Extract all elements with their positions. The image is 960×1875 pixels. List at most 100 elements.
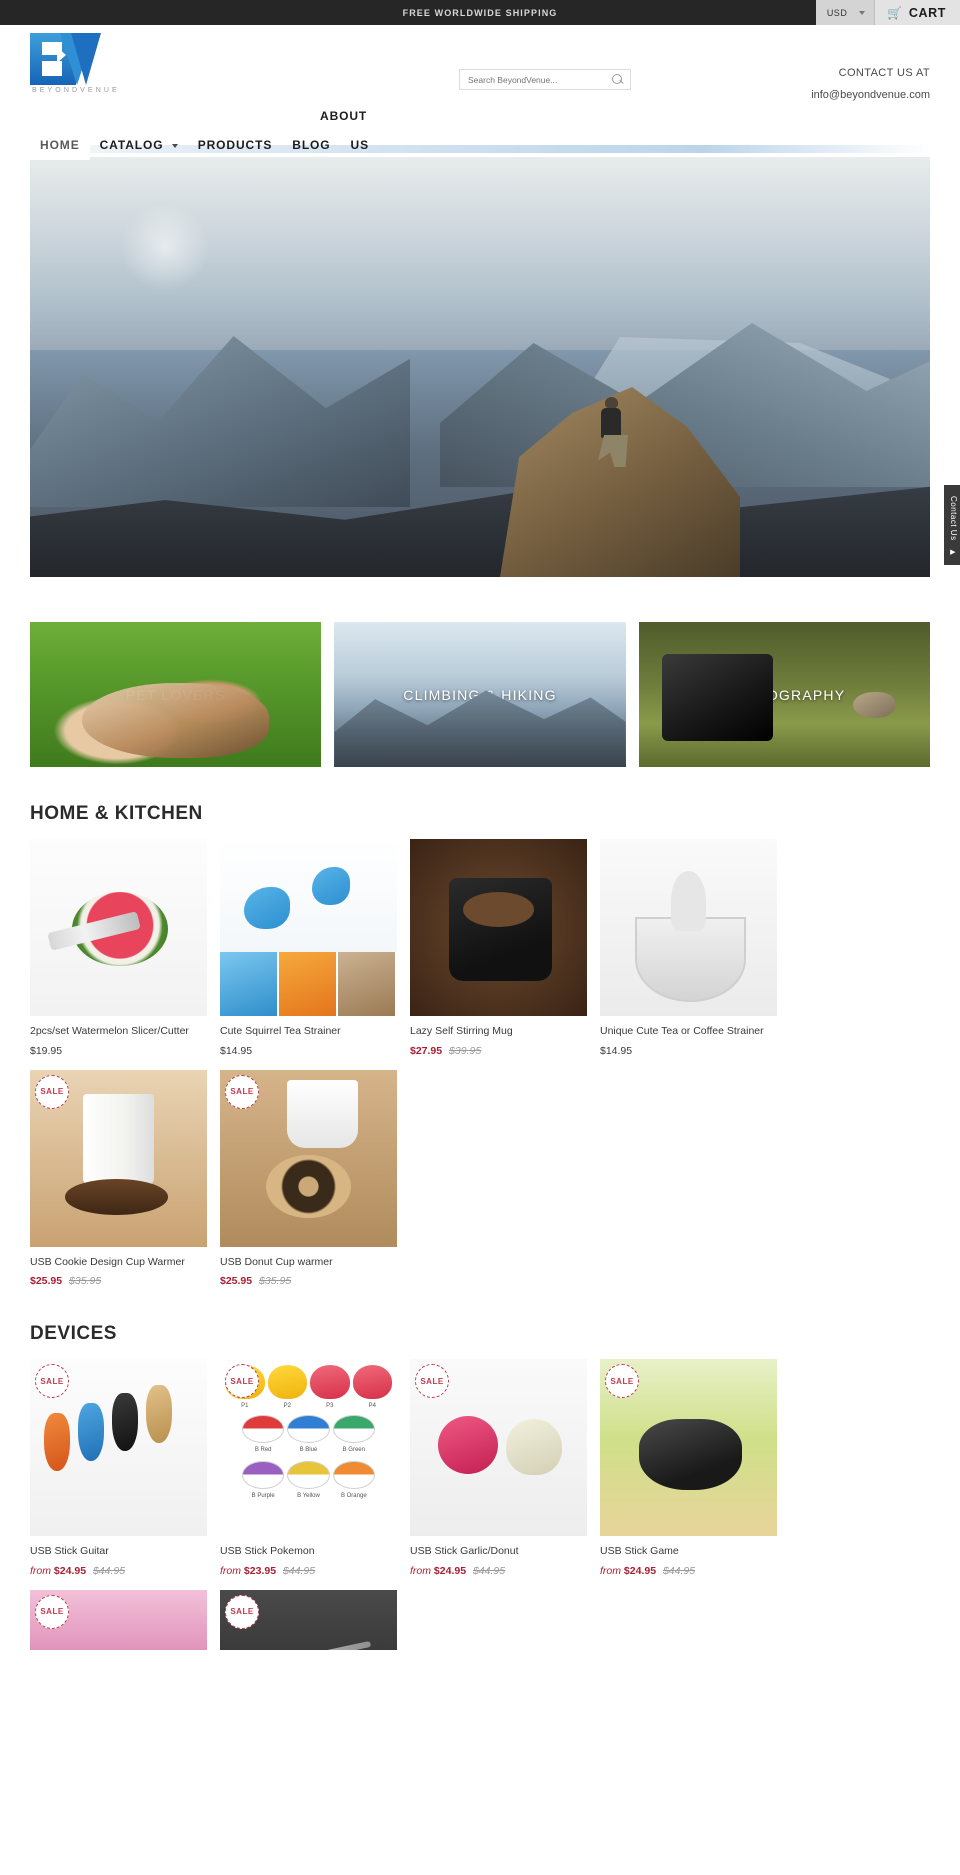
product-card[interactable]: SALE USB Stick Garlic/Donut from $24.95 … — [410, 1359, 587, 1577]
pokemon-label: P2 — [283, 1403, 291, 1410]
product-price: from $23.95 $44.95 — [220, 1565, 397, 1577]
nav-item-home[interactable]: HOME — [30, 132, 90, 160]
product-card[interactable]: SALE P1 P2 P3 P4 B Red B Blue B Green B … — [220, 1359, 397, 1577]
product-title[interactable]: Cute Squirrel Tea Strainer — [220, 1025, 397, 1039]
product-card[interactable]: SALE USB Donut Cup warmer $25.95 $35.95 — [220, 1069, 397, 1288]
site-logo[interactable]: BEYONDVENUE — [30, 33, 122, 94]
product-card[interactable]: SALE — [30, 1589, 207, 1650]
product-image[interactable] — [410, 839, 587, 1016]
contact-us-side-tab[interactable]: Contact Us ▶ — [944, 485, 960, 565]
pokeball-orange — [332, 1461, 375, 1490]
product-price-current: $24.95 — [623, 1564, 657, 1577]
product-title[interactable]: USB Stick Garlic/Donut — [410, 1545, 587, 1559]
nav-item-catalog[interactable]: CATALOG — [90, 132, 188, 160]
product-card[interactable]: Cute Squirrel Tea Strainer $14.95 — [220, 839, 397, 1057]
product-grid-home-kitchen: 2pcs/set Watermelon Slicer/Cutter $19.95… — [30, 839, 930, 1287]
tea-coffee-strainer-image — [600, 839, 777, 1016]
cart-label: CART — [908, 5, 946, 20]
donut-warmer-cup — [287, 1080, 359, 1148]
nav-item-about-us[interactable]: US — [341, 132, 379, 160]
product-price-original: $44.95 — [662, 1564, 696, 1577]
logo-mark-icon — [30, 33, 122, 85]
squirrel-tea-strainer-image — [220, 839, 397, 1016]
category-banner-pet-lovers[interactable]: PET LOVERS — [30, 622, 322, 767]
section-title-devices: DEVICES — [30, 1323, 117, 1345]
product-image[interactable] — [30, 839, 207, 1016]
sale-badge: SALE — [35, 1594, 69, 1629]
product-title[interactable]: USB Stick Pokemon — [220, 1545, 397, 1559]
sale-badge: SALE — [35, 1074, 69, 1109]
pokeball-row-2 — [220, 1461, 397, 1490]
pokeball-label: B Red — [254, 1447, 272, 1454]
contact-email-link[interactable]: info@beyondvenue.com — [811, 89, 930, 101]
pokeball-label: B Orange — [340, 1493, 367, 1500]
pokeball-label: B Blue — [299, 1447, 318, 1454]
nav-about-label[interactable]: ABOUT — [320, 109, 367, 123]
product-title[interactable]: USB Stick Guitar — [30, 1545, 207, 1559]
chevron-down-icon — [859, 10, 866, 15]
product-card[interactable]: SALE USB Stick Guitar from $24.95 $44.95 — [30, 1359, 207, 1577]
product-title[interactable]: USB Donut Cup warmer — [220, 1256, 397, 1270]
hero-sun-glow — [120, 202, 210, 292]
product-image[interactable]: SALE — [220, 1069, 397, 1247]
product-image[interactable] — [220, 839, 397, 1016]
logo-wordmark: BEYONDVENUE — [32, 87, 120, 94]
category-banner-climbing-hiking[interactable]: CLIMBING & HIKING — [334, 622, 626, 767]
product-title[interactable]: Unique Cute Tea or Coffee Strainer — [600, 1025, 777, 1039]
pokeball-yellow — [287, 1461, 330, 1490]
product-card[interactable]: SALE USB Cookie Design Cup Warmer $25.95… — [30, 1069, 207, 1287]
hiker-torso — [601, 408, 621, 438]
product-image[interactable] — [600, 839, 777, 1016]
product-price-from: from — [220, 1564, 241, 1577]
product-title[interactable]: 2pcs/set Watermelon Slicer/Cutter — [30, 1025, 207, 1039]
contact-info: CONTACT US AT info@beyondvenue.com — [811, 67, 930, 101]
pikachu-2 — [267, 1365, 307, 1400]
product-card[interactable]: Lazy Self Stirring Mug $27.95 $39.95 — [410, 839, 587, 1057]
cart-button[interactable]: 🛒 CART — [874, 0, 960, 25]
product-price: $25.95 $35.95 — [30, 1275, 207, 1287]
search-box[interactable] — [459, 69, 631, 90]
top-announcement-bar: FREE WORLDWIDE SHIPPING USD 🛒 CART — [0, 0, 960, 25]
product-price-current: $27.95 — [410, 1044, 443, 1057]
squirrel-blue-1 — [244, 887, 290, 929]
squirrel-top-photo — [220, 839, 397, 953]
contact-label: CONTACT US AT — [838, 67, 930, 79]
product-card[interactable]: SALE — [220, 1589, 397, 1650]
product-image[interactable]: SALE P1 P2 P3 P4 B Red B Blue B Green B … — [220, 1359, 397, 1537]
product-price-original: $44.95 — [472, 1564, 506, 1577]
hero-banner[interactable] — [30, 157, 930, 577]
product-image[interactable]: SALE — [410, 1359, 587, 1537]
logo-spark-icon — [57, 47, 66, 63]
product-image[interactable]: SALE — [30, 1069, 207, 1247]
main-navigation: ABOUT HOME CATALOG PRODUCTS BLOG US — [0, 109, 960, 160]
currency-value: USD — [826, 7, 848, 18]
product-title[interactable]: USB Stick Game — [600, 1545, 777, 1559]
nav-item-list: HOME CATALOG PRODUCTS BLOG US — [30, 132, 379, 160]
product-grid-devices: SALE USB Stick Guitar from $24.95 $44.95… — [30, 1359, 930, 1577]
product-card[interactable]: 2pcs/set Watermelon Slicer/Cutter $19.95 — [30, 839, 207, 1057]
product-price-current: $14.95 — [220, 1044, 253, 1057]
nav-item-products[interactable]: PRODUCTS — [188, 132, 283, 160]
product-price: from $24.95 $44.95 — [600, 1565, 777, 1577]
search-icon[interactable] — [612, 73, 624, 86]
cookie-warmer-base — [65, 1179, 169, 1215]
search-input[interactable] — [468, 74, 612, 85]
product-card[interactable]: SALE USB Stick Game from $24.95 $44.95 — [600, 1359, 777, 1577]
category-banner-photography[interactable]: PHOTOGRAPHY — [638, 622, 930, 767]
product-price: from $24.95 $44.95 — [30, 1565, 207, 1577]
product-image[interactable]: SALE — [220, 1589, 397, 1650]
product-image[interactable]: SALE — [30, 1359, 207, 1537]
product-card[interactable]: Unique Cute Tea or Coffee Strainer $14.9… — [600, 839, 777, 1057]
product-price-from: from — [600, 1564, 621, 1577]
product-grid-devices-next-row: SALE SALE — [30, 1589, 930, 1650]
currency-selector[interactable]: USD — [815, 0, 875, 25]
nav-item-blog[interactable]: BLOG — [282, 132, 340, 160]
product-image[interactable]: SALE — [600, 1359, 777, 1537]
product-price: $27.95 $39.95 — [410, 1045, 587, 1057]
product-price-original: $35.95 — [259, 1275, 292, 1288]
product-title[interactable]: USB Cookie Design Cup Warmer — [30, 1256, 207, 1270]
hero-hiker-figure — [596, 397, 630, 469]
contact-us-side-tab-label: Contact Us — [949, 496, 958, 541]
product-title[interactable]: Lazy Self Stirring Mug — [410, 1025, 587, 1039]
product-image[interactable]: SALE — [30, 1589, 207, 1650]
